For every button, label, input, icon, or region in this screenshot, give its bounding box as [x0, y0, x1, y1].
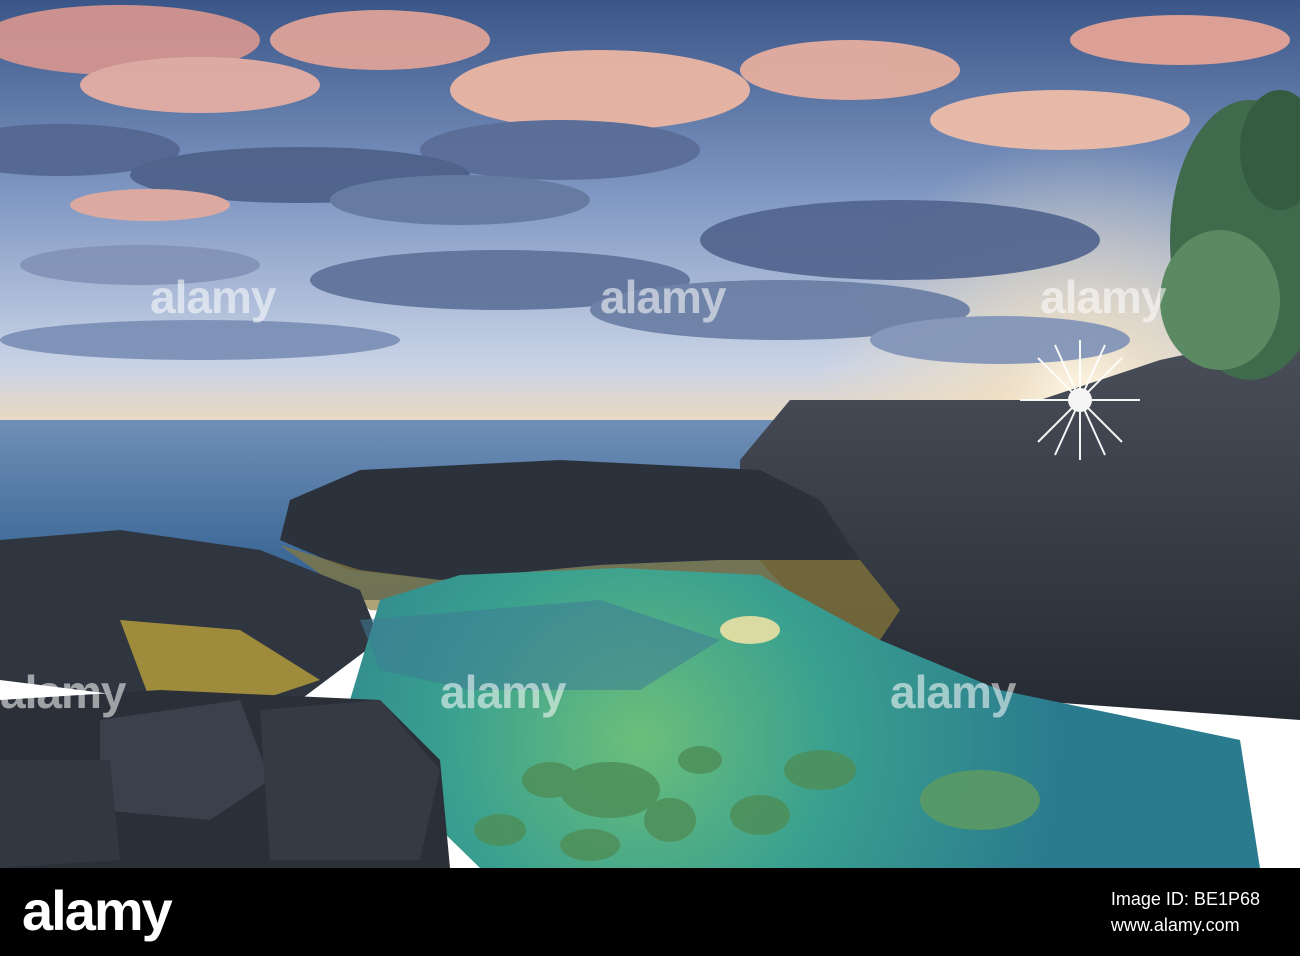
watermark-text: alamy	[440, 666, 566, 718]
watermark-row: alamy alamy alamy	[0, 270, 1300, 330]
watermark-text: alamy	[0, 666, 126, 718]
watermark-text: alamy	[1040, 271, 1166, 323]
watermark-row: alamy alamy alamy	[0, 665, 1300, 725]
photo-scene	[0, 0, 1300, 868]
image-id: Image ID: BE1P68	[1110, 889, 1260, 909]
footer-bar: alamy Image ID: BE1P68 www.alamy.com	[0, 868, 1300, 956]
sunburst	[1020, 340, 1140, 460]
footer-info: Image ID: BE1P68 www.alamy.com	[1111, 886, 1260, 938]
watermark-text: alamy	[150, 271, 276, 323]
watermark-text: alamy	[890, 666, 1016, 718]
alamy-logo: alamy	[22, 879, 173, 942]
site-url: www.alamy.com	[1110, 915, 1240, 935]
tide-pool-sunset-photo: alamy alamy alamy alamy alamy alamy	[0, 0, 1300, 868]
watermark-text: alamy	[600, 271, 726, 323]
